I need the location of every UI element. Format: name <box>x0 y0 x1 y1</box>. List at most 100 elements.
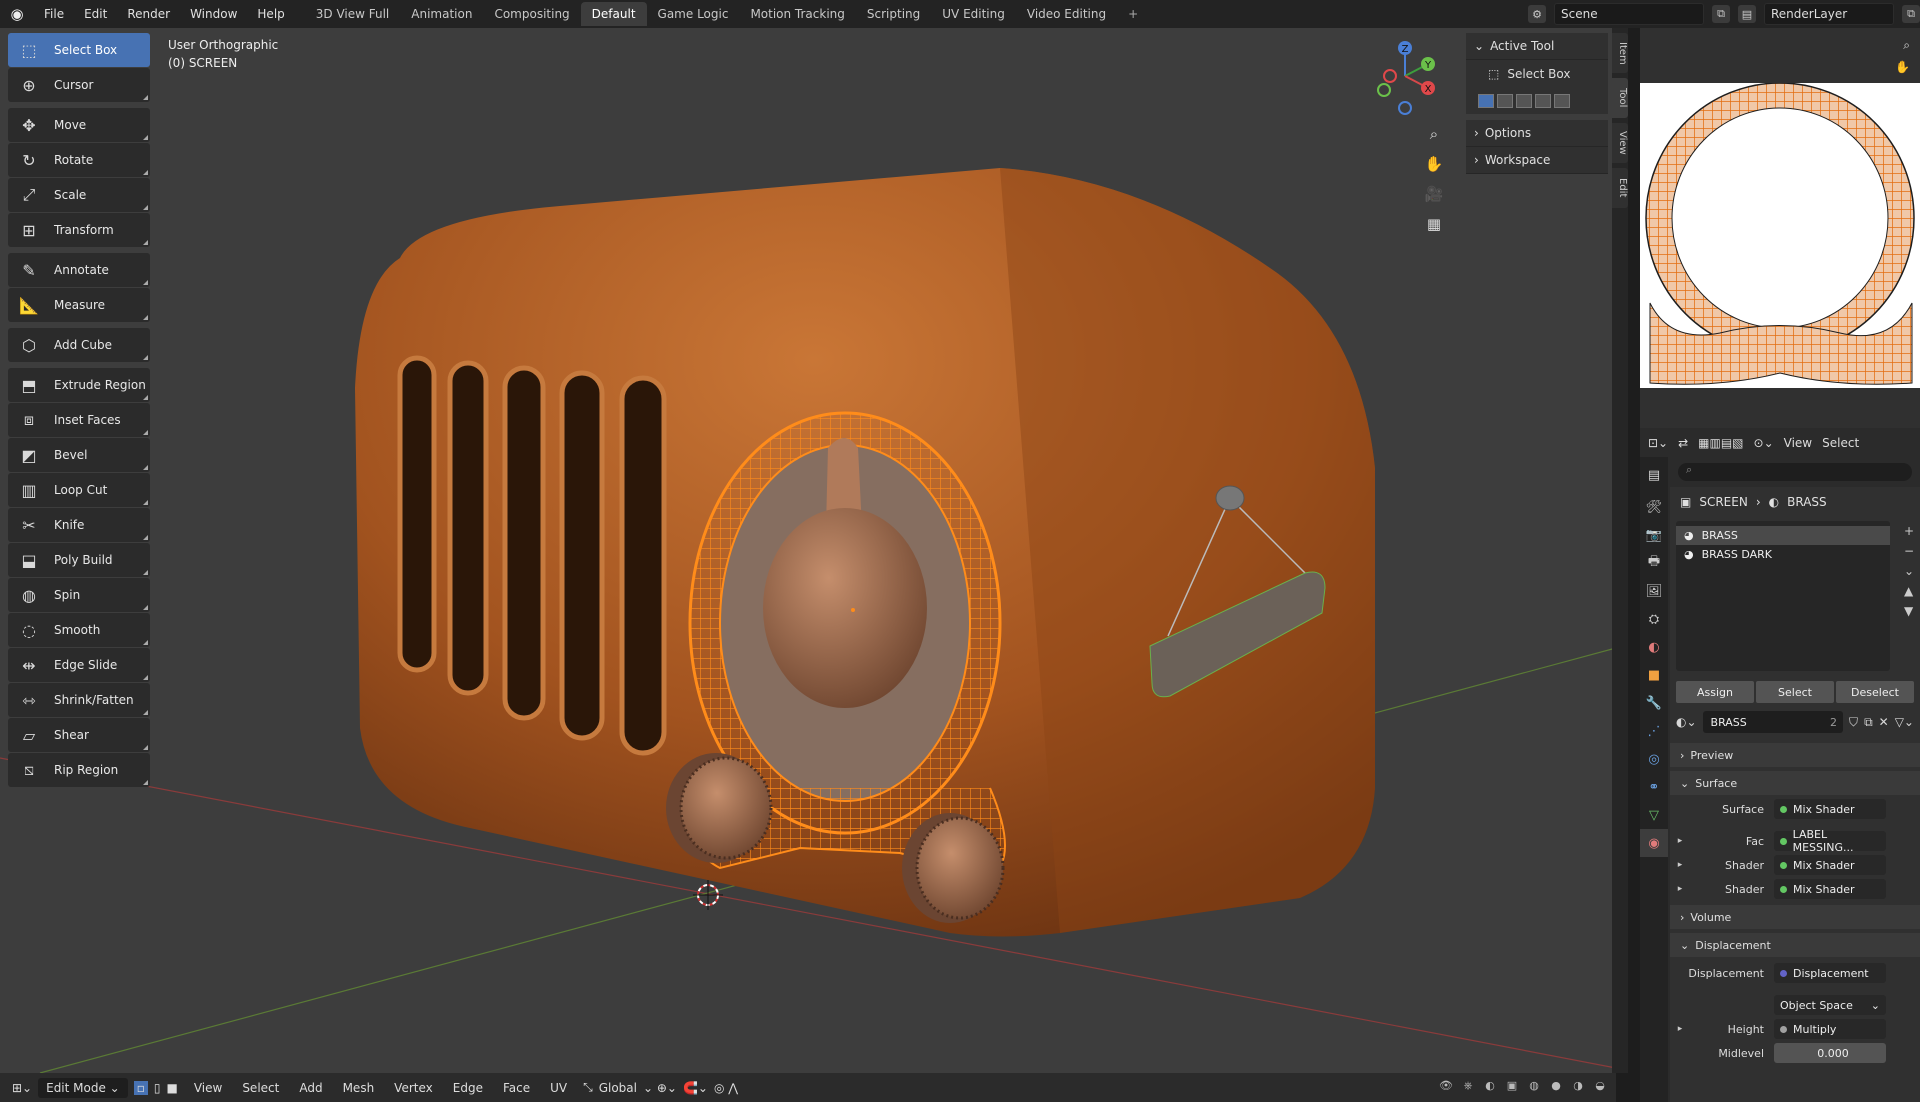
tool-tab-icon[interactable]: 🛠 <box>1640 493 1668 521</box>
uv-menu-select[interactable]: Select <box>1822 436 1859 450</box>
select-invert-icon[interactable] <box>1535 94 1551 108</box>
particles-tab-icon[interactable]: ⋰ <box>1640 717 1668 745</box>
workspace-tab-3d-view-full[interactable]: 3D View Full <box>305 2 401 26</box>
pivot-icon[interactable]: ⌄ ⊕⌄ <box>643 1081 677 1095</box>
tool-extrude-region[interactable]: ⬒ Extrude Region <box>8 368 150 402</box>
filter-icon[interactable]: ▽⌄ <box>1895 715 1914 729</box>
blender-logo-icon[interactable]: ◉ <box>0 5 34 23</box>
midlevel-field[interactable]: 0.000 <box>1774 1043 1886 1063</box>
material-tab-icon[interactable]: ◉ <box>1640 829 1668 857</box>
solid-shading-icon[interactable]: ● <box>1548 1079 1564 1095</box>
expand-icon[interactable]: ▸ <box>1670 884 1690 894</box>
shader-socket[interactable]: LABEL MESSING... <box>1774 828 1886 854</box>
select-button[interactable]: Select <box>1756 681 1834 703</box>
edge-select-icon[interactable]: ▯ <box>154 1081 161 1095</box>
tool-add-cube[interactable]: ⬡ Add Cube <box>8 328 150 362</box>
menu-help[interactable]: Help <box>247 7 294 21</box>
shader-socket[interactable]: Mix Shader <box>1774 855 1886 875</box>
tool-edge-slide[interactable]: ⇹ Edge Slide <box>8 648 150 682</box>
menu-uv[interactable]: UV <box>550 1081 567 1095</box>
ortho-grid-icon[interactable]: ▦ <box>1420 210 1448 238</box>
tool-poly-build[interactable]: ⬓ Poly Build <box>8 543 150 577</box>
fake-user-icon[interactable]: ⛉ <box>1849 715 1858 730</box>
output-tab-icon[interactable]: 🖶 <box>1640 549 1668 577</box>
workspace-tab-animation[interactable]: Animation <box>400 2 483 26</box>
select-new-icon[interactable] <box>1478 94 1494 108</box>
select-extend-icon[interactable] <box>1497 94 1513 108</box>
scene-tab-icon[interactable]: ⛭ <box>1640 605 1668 633</box>
new-layer-icon[interactable]: ⧉ <box>1902 5 1920 23</box>
displacement-socket[interactable]: Displacement <box>1774 963 1886 983</box>
material-name-field[interactable]: BRASS 2 <box>1702 711 1844 733</box>
scene-icon[interactable]: ⚙ <box>1528 5 1546 23</box>
rendered-shading-icon[interactable]: ◒ <box>1592 1079 1608 1095</box>
menu-edit[interactable]: Edit <box>74 7 117 21</box>
search-input[interactable]: ⌕ <box>1678 463 1912 481</box>
active-tool-header[interactable]: ⌄ Active Tool <box>1466 33 1608 60</box>
add-slot-icon[interactable]: + <box>1904 521 1914 541</box>
menu-mesh[interactable]: Mesh <box>343 1081 375 1095</box>
view-layer-tab-icon[interactable]: 🖼 <box>1640 577 1668 605</box>
tool-loop-cut[interactable]: ▥ Loop Cut <box>8 473 150 507</box>
workspace-header[interactable]: › Workspace <box>1466 147 1608 174</box>
menu-edge[interactable]: Edge <box>453 1081 483 1095</box>
menu-add[interactable]: Add <box>299 1081 322 1095</box>
menu-render[interactable]: Render <box>117 7 180 21</box>
world-tab-icon[interactable]: ◐ <box>1640 633 1668 661</box>
face-select-icon[interactable]: ■ <box>166 1081 177 1095</box>
modifier-tab-icon[interactable]: 🔧 <box>1640 689 1668 717</box>
remove-slot-icon[interactable]: − <box>1904 541 1914 561</box>
tool-rip-region[interactable]: ⧅ Rip Region <box>8 753 150 787</box>
menu-file[interactable]: File <box>34 7 74 21</box>
height-socket[interactable]: Multiply <box>1774 1019 1886 1039</box>
3d-viewport[interactable]: User Orthographic (0) SCREEN ⬚ Select Box… <box>0 28 1616 1073</box>
active-tool-row[interactable]: ⬚ Select Box <box>1466 60 1608 88</box>
material-slot-list[interactable]: ◕ BRASS ◕ BRASS DARK + − ⌄ ▲ ▼ <box>1676 521 1914 671</box>
proportional-icon[interactable]: ◎ ⋀ <box>714 1081 738 1095</box>
xray-icon[interactable]: ▣ <box>1504 1079 1520 1095</box>
workspace-tab-default[interactable]: Default <box>580 2 647 26</box>
volume-section[interactable]: › Volume <box>1670 905 1920 929</box>
snap-icon[interactable]: 🧲⌄ <box>683 1081 708 1095</box>
navigation-gizmo[interactable]: Z Y X <box>1370 36 1440 116</box>
tool-spin[interactable]: ◍ Spin <box>8 578 150 612</box>
menu-window[interactable]: Window <box>180 7 247 21</box>
uv-canvas[interactable] <box>1640 83 1920 388</box>
tool-shrink-fatten[interactable]: ⇿ Shrink/Fatten <box>8 683 150 717</box>
tool-measure[interactable]: 📐 Measure <box>8 288 150 322</box>
tool-bevel[interactable]: ◩ Bevel <box>8 438 150 472</box>
gizmo-toggle-icon[interactable]: ⎈ <box>1460 1079 1476 1095</box>
material-browse-icon[interactable]: ◐⌄ <box>1676 715 1697 729</box>
tool-rotate[interactable]: ↻ Rotate <box>8 143 150 177</box>
select-subtract-icon[interactable] <box>1516 94 1532 108</box>
tool-move[interactable]: ✥ Move <box>8 108 150 142</box>
workspace-tab-game-logic[interactable]: Game Logic <box>647 2 740 26</box>
options-header[interactable]: › Options <box>1466 120 1608 147</box>
data-tab-icon[interactable]: ▽ <box>1640 801 1668 829</box>
render-tab-icon[interactable]: 📷 <box>1640 521 1668 549</box>
uv-select-mode-icon[interactable]: ▦▥▤▧ <box>1698 436 1743 450</box>
uv-pivot-icon[interactable]: ⊙⌄ <box>1754 436 1774 450</box>
tool-select-box[interactable]: ⬚ Select Box <box>8 33 150 67</box>
viewport-canvas[interactable] <box>0 28 1616 1073</box>
overlay-icon[interactable]: ◐ <box>1482 1079 1498 1095</box>
add-workspace-icon[interactable]: + <box>1117 2 1149 26</box>
properties-type-icon[interactable]: ▤ <box>1640 457 1668 493</box>
menu-select[interactable]: Select <box>242 1081 279 1095</box>
vertex-select-icon[interactable]: ▫ <box>133 1080 148 1095</box>
workspace-tab-video-editing[interactable]: Video Editing <box>1016 2 1117 26</box>
visibility-icon[interactable]: 👁 <box>1438 1079 1454 1095</box>
tool-smooth[interactable]: ◌ Smooth <box>8 613 150 647</box>
tool-cursor[interactable]: ⊕ Cursor <box>8 68 150 102</box>
deselect-button[interactable]: Deselect <box>1836 681 1914 703</box>
expand-icon[interactable]: ▸ <box>1670 836 1690 846</box>
workspace-tab-uv-editing[interactable]: UV Editing <box>931 2 1016 26</box>
tab-tool[interactable]: Tool <box>1612 78 1628 118</box>
editor-type-icon[interactable]: ⊞⌄ <box>12 1081 32 1095</box>
slot-specials-icon[interactable]: ⌄ <box>1904 561 1914 581</box>
wireframe-shading-icon[interactable]: ◍ <box>1526 1079 1542 1095</box>
menu-view[interactable]: View <box>194 1081 222 1095</box>
move-down-icon[interactable]: ▼ <box>1904 601 1914 621</box>
menu-vertex[interactable]: Vertex <box>394 1081 433 1095</box>
physics-tab-icon[interactable]: ◎ <box>1640 745 1668 773</box>
